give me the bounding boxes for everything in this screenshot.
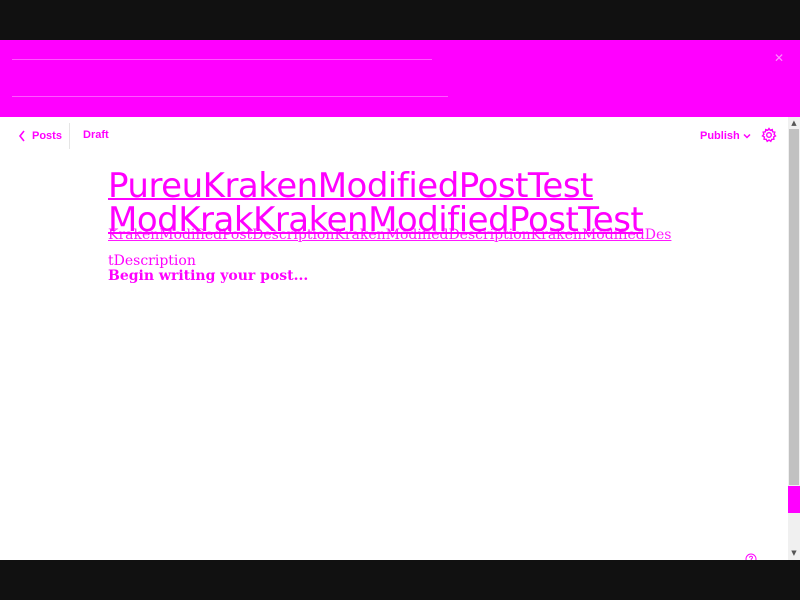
chevron-left-icon: [18, 130, 25, 142]
description-label: tDescription: [108, 253, 196, 269]
post-status-label: Draft: [83, 129, 109, 141]
back-to-posts-link[interactable]: Posts: [18, 128, 62, 144]
banner-text-line: [12, 96, 448, 97]
publish-button-label: Publish: [700, 130, 740, 142]
help-icon[interactable]: [745, 553, 757, 560]
gear-icon[interactable]: [761, 127, 777, 143]
scrollbar-accent: [788, 486, 800, 513]
post-excerpt-input[interactable]: KrakenModifiedPostDescriptionKrakenModif…: [108, 227, 683, 243]
bottom-frame-bar: [0, 560, 800, 600]
chevron-down-icon: [743, 133, 751, 139]
header-divider: [69, 123, 70, 149]
back-link-label: Posts: [32, 130, 62, 142]
publish-button[interactable]: Publish: [700, 128, 751, 144]
vertical-scrollbar[interactable]: ▲ ▼: [788, 117, 800, 560]
close-icon[interactable]: ✕: [774, 52, 786, 64]
editor-header: Posts Draft Publish: [0, 117, 788, 155]
notification-banner: ✕: [0, 40, 800, 117]
top-frame-bar: [0, 0, 800, 40]
scroll-down-icon[interactable]: ▼: [788, 549, 800, 557]
post-editor: Posts Draft Publish PureuKrakenModifiedP…: [0, 117, 788, 560]
scroll-up-icon[interactable]: ▲: [788, 119, 800, 127]
scrollbar-thumb[interactable]: [789, 129, 799, 485]
post-body-editor[interactable]: Begin writing your post...: [108, 268, 308, 284]
banner-text-line: [12, 59, 432, 60]
